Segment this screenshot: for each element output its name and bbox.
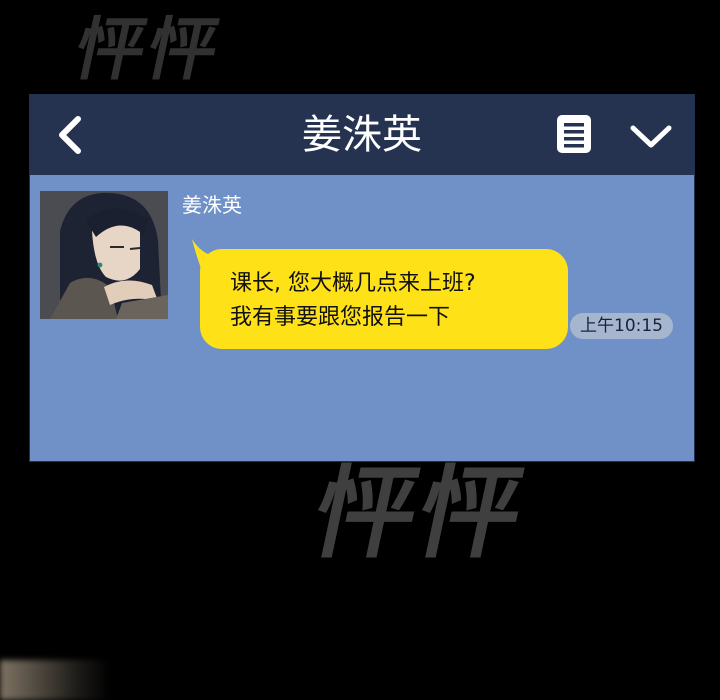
chat-header: 姜洙英 <box>30 95 694 175</box>
avatar[interactable] <box>40 191 168 319</box>
message-line: 课长, 您大概几点来上班? <box>230 271 476 296</box>
message-list: 姜洙英 课长, 您大概几点来上班? 我有事要跟您报告一下 上午10:15 <box>30 175 694 461</box>
light-glare <box>0 660 110 700</box>
message-line: 我有事要跟您报告一下 <box>230 305 451 330</box>
sender-name: 姜洙英 <box>182 193 242 217</box>
watermark-top: 怦怦 <box>68 11 229 90</box>
expand-button[interactable] <box>628 121 674 151</box>
chat-window: 姜洙英 姜洙英 课长, 您大概几点来上班? 我有事要跟您报告一下 上午10:15 <box>29 94 695 462</box>
watermark-middle: 怦怦 <box>303 455 537 572</box>
menu-button[interactable] <box>555 113 593 155</box>
chevron-down-icon <box>630 125 672 148</box>
message-timestamp: 上午10:15 <box>570 313 673 339</box>
avatar-portrait-icon <box>40 191 168 319</box>
chat-title: 姜洙英 <box>302 112 422 158</box>
menu-list-icon <box>557 115 591 153</box>
message-bubble[interactable]: 课长, 您大概几点来上班? 我有事要跟您报告一下 <box>200 249 568 349</box>
